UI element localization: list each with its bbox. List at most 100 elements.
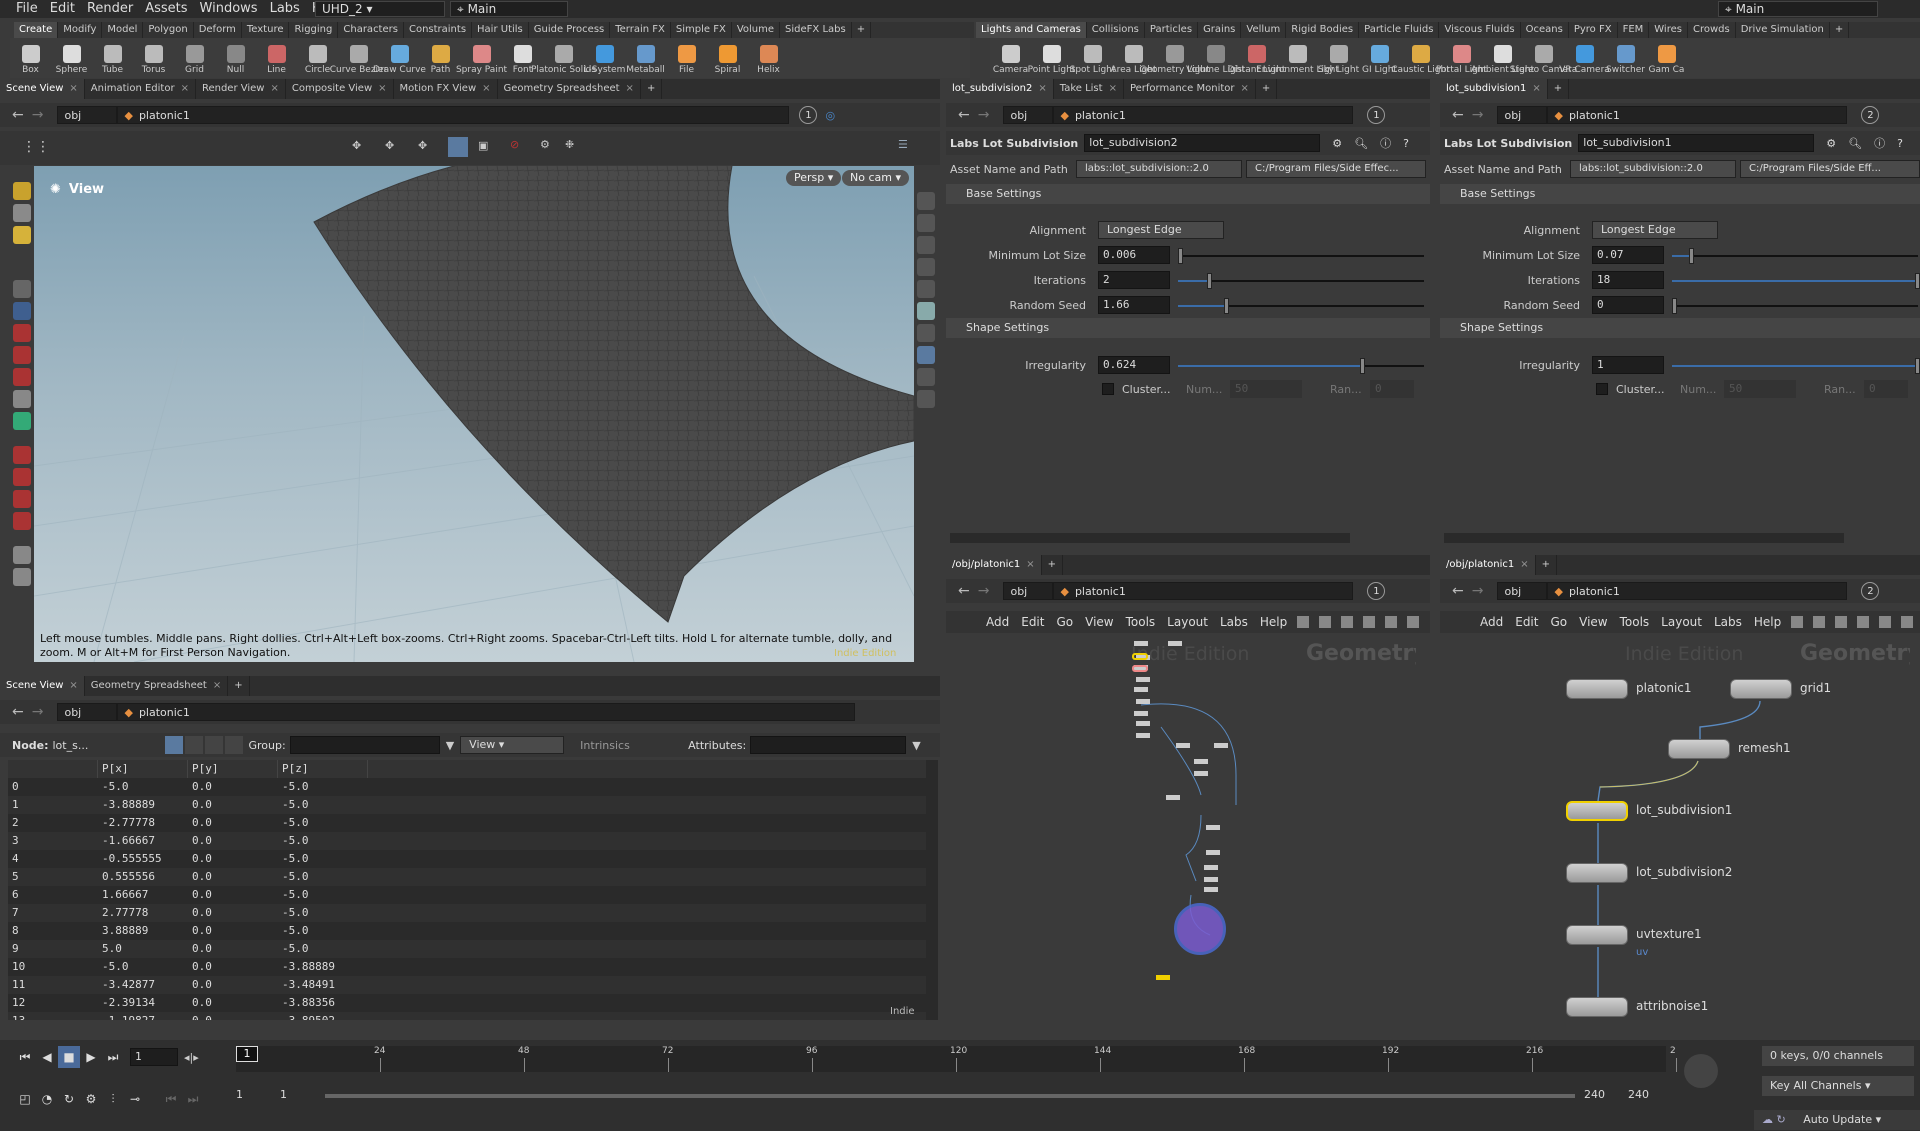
shelf-tab-particle-fluids[interactable]: Particle Fluids bbox=[1359, 22, 1440, 38]
display-icon-9[interactable] bbox=[917, 390, 935, 408]
display-icon-8[interactable] bbox=[917, 368, 935, 386]
tool-torus[interactable]: Torus bbox=[133, 41, 174, 75]
audio-icon[interactable]: ◰ bbox=[14, 1088, 36, 1110]
display-icon-4[interactable] bbox=[917, 258, 935, 276]
add-tab-icon[interactable]: + bbox=[641, 79, 663, 99]
play-forward-icon[interactable]: ▶ bbox=[80, 1046, 102, 1068]
mini-node[interactable] bbox=[1166, 795, 1180, 800]
net-menu-labs[interactable]: Labs bbox=[1220, 615, 1248, 629]
tab-obj-platonic1[interactable]: /obj/platonic1 × bbox=[946, 555, 1042, 575]
tool-line[interactable]: Line bbox=[256, 41, 297, 75]
forward-arrow-icon[interactable]: → bbox=[1472, 583, 1484, 599]
tab-composite-view[interactable]: Composite View × bbox=[286, 79, 394, 99]
shelf-tab-guide-process[interactable]: Guide Process bbox=[529, 22, 611, 38]
asset-path-combo[interactable]: C:/Program Files/Side Effec... bbox=[1246, 160, 1426, 178]
key-all-channels[interactable]: Key All Channels ▾ bbox=[1762, 1076, 1914, 1096]
group-field[interactable] bbox=[289, 736, 440, 754]
display-options-icon[interactable]: ☰ bbox=[898, 138, 908, 151]
display-icon-6[interactable] bbox=[917, 324, 935, 342]
frame-marker[interactable]: 1 bbox=[236, 1046, 258, 1062]
tab-obj-platonic1[interactable]: /obj/platonic1 × bbox=[1440, 555, 1536, 575]
tab-geometry-spreadsheet[interactable]: Geometry Spreadsheet × bbox=[498, 79, 641, 99]
mini-node-selected[interactable] bbox=[1132, 653, 1148, 660]
forward-arrow-icon[interactable]: → bbox=[32, 107, 44, 123]
stop-icon[interactable]: ■ bbox=[58, 1046, 80, 1068]
info-icon[interactable]: ⓘ bbox=[1874, 135, 1885, 151]
tab-lot-subdivision1[interactable]: lot_subdivision1 × bbox=[1440, 79, 1548, 99]
close-icon[interactable]: × bbox=[1109, 83, 1117, 94]
base-settings-section[interactable]: Base Settings bbox=[946, 184, 1430, 204]
wrench-icon[interactable] bbox=[1297, 616, 1310, 628]
node-grid1[interactable] bbox=[1730, 679, 1792, 699]
random-seed-slider-knob[interactable] bbox=[1224, 298, 1230, 314]
cluster-checkbox[interactable] bbox=[1596, 383, 1608, 395]
list-icon[interactable] bbox=[1813, 616, 1826, 628]
tab-geometry-spreadsheet[interactable]: Geometry Spreadsheet × bbox=[85, 676, 229, 696]
shelf-tab-crowds[interactable]: Crowds bbox=[1688, 22, 1736, 38]
net-menu-layout[interactable]: Layout bbox=[1167, 615, 1208, 629]
mini-node[interactable] bbox=[1204, 887, 1218, 892]
node-name-field[interactable]: lot_subdivision2 bbox=[1084, 134, 1321, 152]
table-row[interactable]: 8 3.88889 0.0 -5.0 bbox=[8, 922, 926, 940]
tool-path[interactable]: Path bbox=[420, 41, 461, 75]
net-menu-go[interactable]: Go bbox=[1550, 615, 1567, 629]
3d-viewport[interactable]: ✺ View Persp ▾ No cam ▾ Left mouse tumble… bbox=[34, 166, 914, 662]
tool-caustic-light[interactable]: Caustic Light bbox=[1391, 41, 1450, 75]
min-lot-size-field[interactable]: 0.006 bbox=[1098, 246, 1170, 264]
irregularity-slider-knob[interactable] bbox=[1359, 358, 1365, 374]
gear-icon[interactable]: ⚙ bbox=[1826, 137, 1836, 150]
min-lot-size-slider-knob[interactable] bbox=[1688, 248, 1694, 264]
tab-motion-fx-view[interactable]: Motion FX View × bbox=[394, 79, 498, 99]
node-attribnoise1[interactable] bbox=[1566, 997, 1628, 1017]
settings-icon[interactable] bbox=[13, 568, 31, 586]
jump-start-icon[interactable]: ⏮ bbox=[14, 1046, 36, 1068]
list-icon[interactable] bbox=[1319, 616, 1332, 628]
display-icon-1[interactable] bbox=[917, 192, 935, 210]
ss-forward-arrow-icon[interactable]: → bbox=[32, 704, 44, 720]
shelf-tab-particles[interactable]: Particles bbox=[1145, 22, 1199, 38]
table-row[interactable]: 10 -5.0 0.0 -3.88889 bbox=[8, 958, 926, 976]
close-icon[interactable]: × bbox=[482, 83, 490, 94]
close-icon[interactable]: × bbox=[1241, 83, 1249, 94]
shelf-tab-sidefx-labs[interactable]: SideFX Labs bbox=[780, 22, 852, 38]
range-slider[interactable] bbox=[325, 1094, 1575, 1098]
vertices-icon[interactable] bbox=[184, 736, 203, 754]
range-end-2[interactable]: 240 bbox=[1628, 1088, 1649, 1101]
ss-path-node[interactable]: ◆ platonic1 bbox=[117, 703, 856, 721]
mini-node-flagged[interactable] bbox=[1132, 665, 1148, 672]
net-menu-edit[interactable]: Edit bbox=[1515, 615, 1538, 629]
irregularity-field[interactable]: 0.624 bbox=[1098, 356, 1170, 374]
help-icon[interactable]: ? bbox=[1403, 137, 1409, 150]
play-backward-icon[interactable]: ◀ bbox=[36, 1046, 58, 1068]
magnet3-icon[interactable] bbox=[13, 490, 31, 508]
close-icon[interactable]: × bbox=[1038, 83, 1046, 94]
display-icon-7[interactable] bbox=[917, 346, 935, 364]
tool-helix[interactable]: Helix bbox=[748, 41, 789, 75]
min-lot-size-slider-knob[interactable] bbox=[1178, 248, 1183, 264]
mini-node[interactable] bbox=[1206, 850, 1220, 855]
tab-lot-subdivision2[interactable]: lot_subdivision2 × bbox=[946, 79, 1054, 99]
shelf-tab-rigid-bodies[interactable]: Rigid Bodies bbox=[1286, 22, 1360, 38]
scale-icon[interactable] bbox=[13, 368, 31, 386]
range-start[interactable]: 1 bbox=[236, 1088, 276, 1101]
random-seed-field[interactable]: 1.66 bbox=[1098, 296, 1170, 314]
attributes-field[interactable] bbox=[750, 736, 907, 754]
back-arrow-icon[interactable]: ← bbox=[12, 107, 24, 123]
base-settings-section[interactable]: Base Settings bbox=[1440, 184, 1920, 204]
context-dropdown[interactable]: ⌖ Main bbox=[450, 1, 568, 17]
forward-arrow-icon[interactable]: → bbox=[1472, 107, 1484, 123]
mini-node[interactable] bbox=[1194, 771, 1208, 776]
pane-link-button[interactable]: 2 bbox=[1861, 582, 1880, 600]
forward-arrow-icon[interactable]: → bbox=[978, 107, 990, 123]
tab-scene-view[interactable]: Scene View × bbox=[0, 676, 85, 696]
mini-node-output[interactable] bbox=[1156, 975, 1170, 980]
tool-draw-curve[interactable]: Draw Curve bbox=[373, 41, 426, 75]
shelf-tab-characters[interactable]: Characters bbox=[338, 22, 404, 38]
tool-metaball[interactable]: Metaball bbox=[625, 41, 666, 75]
random-seed-slider-knob[interactable] bbox=[1672, 298, 1677, 314]
add-tab-icon[interactable]: + bbox=[1548, 79, 1570, 99]
tool-gam-ca[interactable]: Gam Ca bbox=[1646, 41, 1687, 75]
camera-menu[interactable]: No cam ▾ bbox=[842, 170, 909, 186]
min-lot-size-field[interactable]: 0.07 bbox=[1592, 246, 1664, 264]
search-icon[interactable]: 🔍︎ bbox=[1848, 137, 1862, 150]
